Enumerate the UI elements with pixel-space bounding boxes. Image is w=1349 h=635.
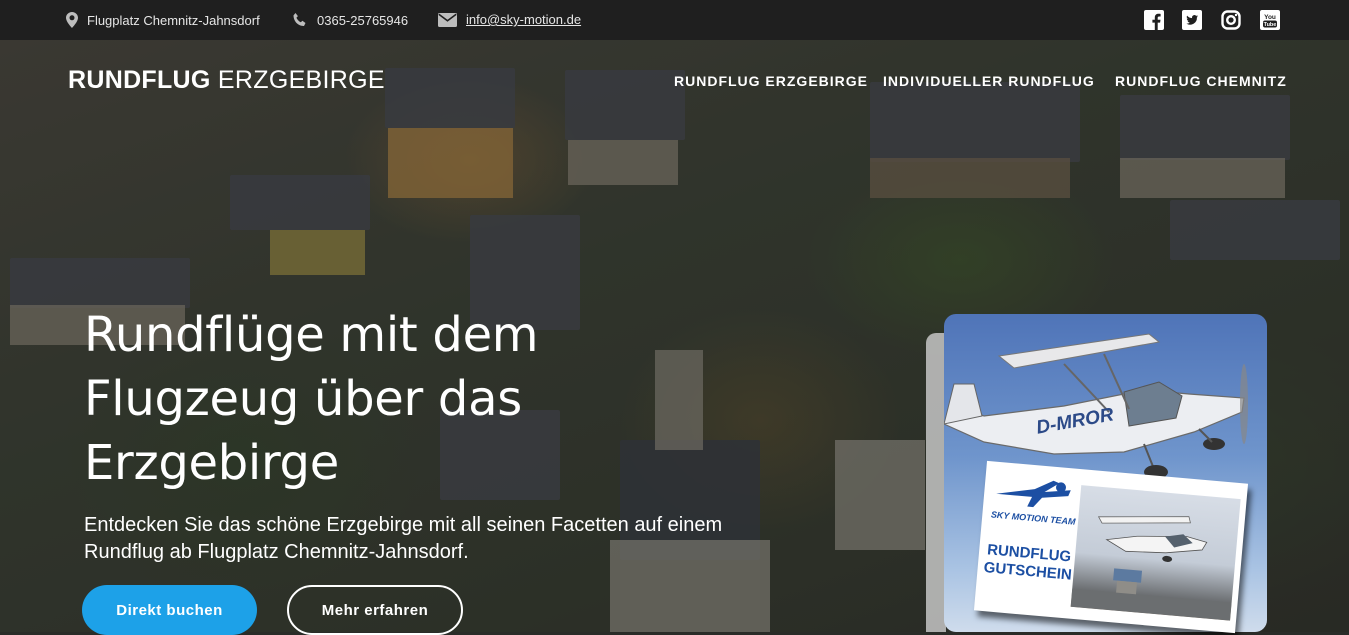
- svg-text:Tube: Tube: [1264, 22, 1277, 28]
- hero-lead-text: Entdecken Sie das schöne Erzgebirge mit …: [84, 514, 723, 563]
- nav-item-individueller-rundflug[interactable]: INDIVIDUELLER RUNDFLUG: [883, 73, 1095, 89]
- top-contact-bar: Flugplatz Chemnitz-Jahnsdorf 0365-257659…: [0, 0, 1349, 40]
- logo-strong: RUNDFLUG: [68, 66, 211, 94]
- nav-item-rundflug-erzgebirge[interactable]: RUNDFLUG ERZGEBIRGE: [674, 73, 868, 89]
- facebook-icon[interactable]: [1144, 10, 1164, 30]
- map-marker-icon: [66, 12, 78, 28]
- address-text: Flugplatz Chemnitz-Jahnsdorf: [87, 12, 260, 28]
- site-logo[interactable]: RUNDFLUG ERZGEBIRGE: [68, 66, 385, 95]
- phone-item[interactable]: 0365-25765946: [292, 12, 408, 28]
- voucher-airplane-icon: [1070, 516, 1232, 621]
- book-now-button[interactable]: Direkt buchen: [82, 585, 257, 635]
- hero-headline: Rundflüge mit dem Flugzeug über das Erzg…: [84, 307, 539, 491]
- youtube-icon[interactable]: You Tube: [1260, 10, 1280, 30]
- svg-text:You: You: [1264, 14, 1276, 21]
- envelope-icon: [438, 12, 457, 27]
- voucher-card: SKY MOTION TEAM RUNDFLUG GUTSCHEIN: [973, 460, 1249, 634]
- address-item: Flugplatz Chemnitz-Jahnsdorf: [66, 12, 260, 28]
- phone-icon: [293, 13, 306, 27]
- email-link[interactable]: info@sky-motion.de: [466, 12, 581, 27]
- voucher-photo: [1070, 485, 1241, 621]
- learn-more-button[interactable]: Mehr erfahren: [287, 585, 463, 635]
- phone-text: 0365-25765946: [317, 12, 409, 28]
- nav-item-rundflug-chemnitz[interactable]: RUNDFLUG CHEMNITZ: [1115, 73, 1287, 89]
- instagram-icon[interactable]: [1221, 10, 1241, 30]
- voucher-title: RUNDFLUG GUTSCHEIN: [982, 541, 1073, 584]
- sky-motion-logo-icon: [996, 480, 1071, 508]
- logo-light: ERZGEBIRGE: [217, 66, 385, 94]
- card-stack-edge: [926, 333, 946, 632]
- twitter-icon[interactable]: [1182, 10, 1202, 30]
- email-item[interactable]: info@sky-motion.de: [438, 12, 581, 27]
